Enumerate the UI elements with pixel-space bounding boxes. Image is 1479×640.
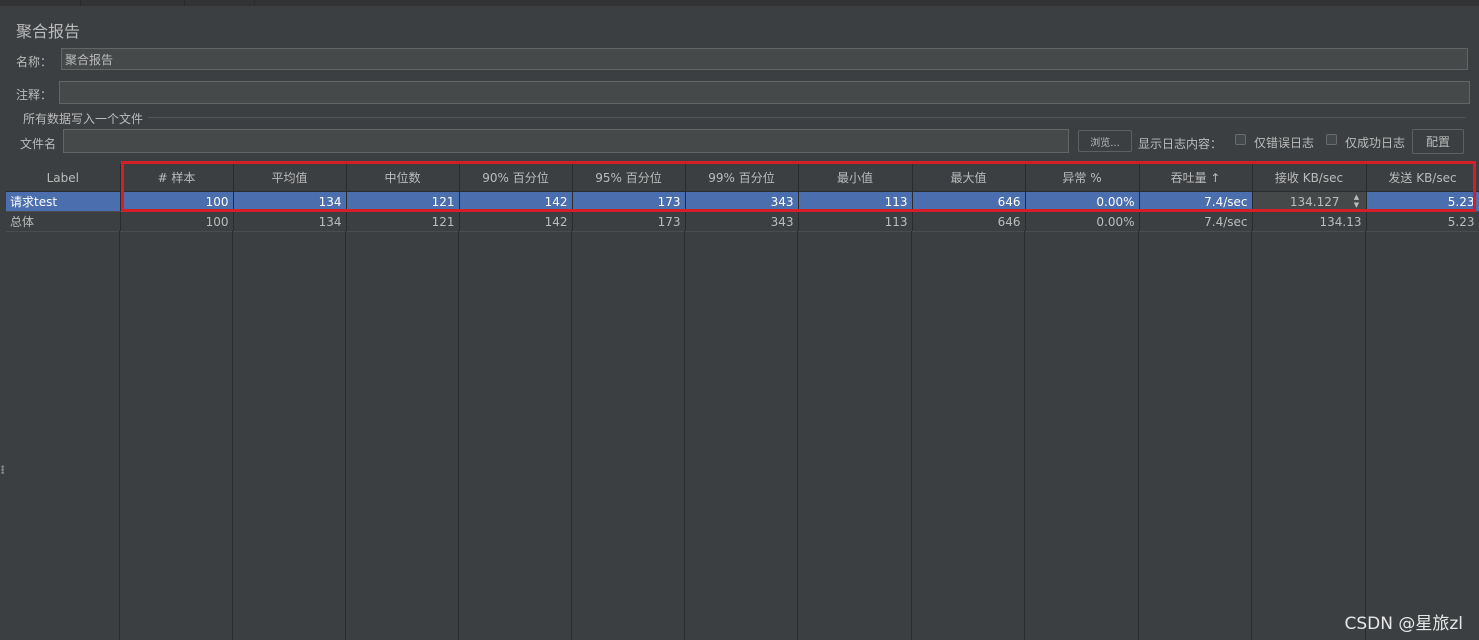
column-header-median[interactable]: 中位数 [346, 164, 460, 192]
aggregate-report-table[interactable]: Label # 样本 平均值 中位数 90% 百分位 95% 百分位 99% 百… [6, 164, 1479, 640]
column-header-samples[interactable]: # 样本 [120, 164, 234, 192]
configure-button[interactable]: 配置 [1412, 129, 1464, 154]
filename-label: 文件名 [20, 137, 57, 151]
column-header-average[interactable]: 平均值 [233, 164, 347, 192]
column-header-error-percent[interactable]: 异常 % [1025, 164, 1140, 192]
watermark: CSDN @星旅zl [1344, 614, 1463, 634]
filename-field[interactable] [63, 129, 1069, 153]
column-header-received-kb[interactable]: 接收 KB/sec [1252, 164, 1367, 192]
spinner-updown-icon[interactable]: ▲ ▼ [1350, 193, 1364, 211]
cell-max[interactable]: 646 [912, 191, 1026, 212]
cell-max[interactable]: 646 [912, 211, 1026, 232]
panel-title: 聚合报告 [16, 22, 81, 41]
cell-95-percentile[interactable]: 173 [572, 211, 686, 232]
cell-min[interactable]: 113 [798, 191, 913, 212]
table-row[interactable]: 总体 100 134 121 142 173 343 113 646 0.00%… [6, 211, 1479, 232]
success-only-label: 仅成功日志 [1345, 136, 1406, 150]
table-header-row: Label # 样本 平均值 中位数 90% 百分位 95% 百分位 99% 百… [6, 164, 1479, 192]
name-field[interactable] [61, 48, 1468, 70]
cell-throughput[interactable]: 7.4/sec [1139, 211, 1253, 232]
column-header-90-percentile[interactable]: 90% 百分位 [459, 164, 573, 192]
errors-only-label: 仅错误日志 [1254, 136, 1315, 150]
cell-samples[interactable]: 100 [120, 191, 234, 212]
tab-strip [0, 0, 1479, 6]
column-header-throughput[interactable]: 吞吐量 ↑ [1139, 164, 1253, 192]
cell-sent-kb[interactable]: 5.23 [1366, 191, 1479, 212]
cell-error-percent[interactable]: 0.00% [1025, 211, 1140, 232]
cell-99-percentile[interactable]: 343 [685, 191, 799, 212]
browse-button[interactable]: 浏览... [1078, 130, 1132, 152]
column-header-99-percentile[interactable]: 99% 百分位 [685, 164, 799, 192]
name-label: 名称： [16, 55, 53, 69]
cell-label[interactable]: 请求test [6, 191, 121, 212]
column-header-min[interactable]: 最小值 [798, 164, 913, 192]
cell-95-percentile[interactable]: 173 [572, 191, 686, 212]
group-divider [148, 117, 1466, 118]
cell-received-kb[interactable]: 134.13 [1252, 211, 1367, 232]
cell-average[interactable]: 134 [233, 191, 347, 212]
cell-received-kb-value: 134.127 [1289, 194, 1340, 209]
cell-label[interactable]: 总体 [6, 211, 121, 232]
cell-99-percentile[interactable]: 343 [685, 211, 799, 232]
write-to-file-group-title: 所有数据写入一个文件 [23, 112, 144, 126]
cell-error-percent[interactable]: 0.00% [1025, 191, 1140, 212]
log-content-label: 显示日志内容： [1138, 137, 1223, 151]
column-header-95-percentile[interactable]: 95% 百分位 [572, 164, 686, 192]
table-row[interactable]: 请求test 100 134 121 142 173 343 113 646 0… [6, 191, 1479, 212]
column-header-label[interactable]: Label [6, 164, 121, 192]
comment-label: 注释： [16, 88, 53, 102]
success-only-checkbox[interactable] [1326, 134, 1337, 145]
column-header-max[interactable]: 最大值 [912, 164, 1026, 192]
column-header-sent-kb[interactable]: 发送 KB/sec [1366, 164, 1479, 192]
cell-median[interactable]: 121 [346, 191, 460, 212]
comment-field[interactable] [59, 81, 1470, 104]
cell-received-kb-editor[interactable]: 134.127 ▲ ▼ [1252, 191, 1367, 212]
cell-average[interactable]: 134 [233, 211, 347, 232]
cell-median[interactable]: 121 [346, 211, 460, 232]
cell-90-percentile[interactable]: 142 [459, 211, 573, 232]
errors-only-checkbox[interactable] [1235, 134, 1246, 145]
cell-90-percentile[interactable]: 142 [459, 191, 573, 212]
splitter-handle-icon[interactable]: • • • [0, 464, 5, 479]
cell-min[interactable]: 113 [798, 211, 913, 232]
cell-samples[interactable]: 100 [120, 211, 234, 232]
cell-throughput[interactable]: 7.4/sec [1139, 191, 1253, 212]
cell-sent-kb[interactable]: 5.23 [1366, 211, 1479, 232]
